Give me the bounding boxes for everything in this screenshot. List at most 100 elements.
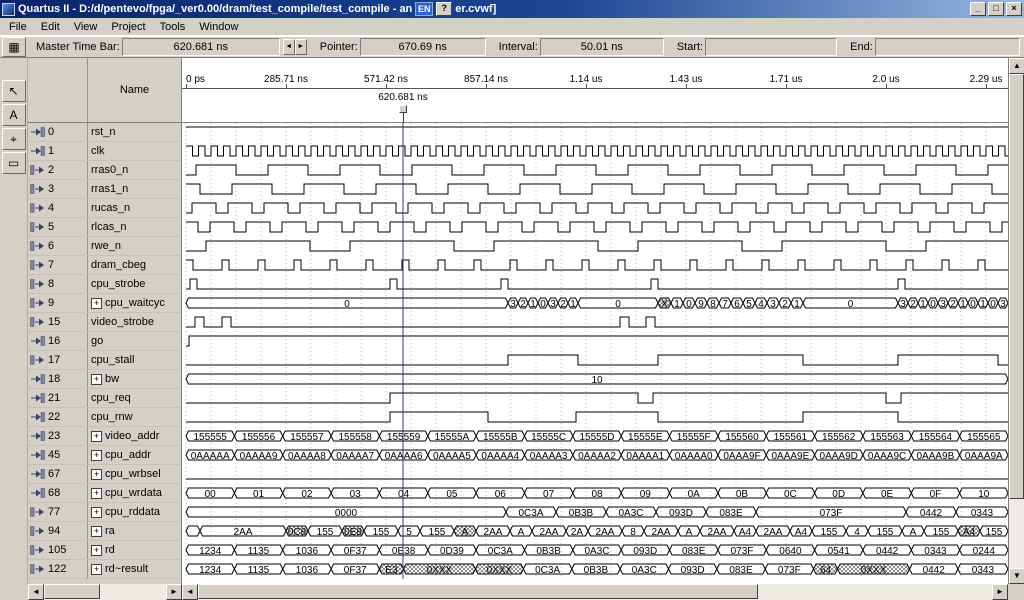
signal-number: 21 <box>48 392 60 404</box>
signal-row[interactable]: 105+rd <box>28 541 181 560</box>
signal-row[interactable]: 1clk <box>28 142 181 161</box>
signal-row[interactable]: 94+ra <box>28 522 181 541</box>
menu-item-edit[interactable]: Edit <box>34 19 67 35</box>
panel-scroll-right-icon[interactable]: ► <box>166 584 182 600</box>
start-label: Start: <box>677 41 703 53</box>
spin-left-icon[interactable]: ◄ <box>283 39 295 55</box>
expand-plus-button[interactable]: + <box>91 469 102 480</box>
signal-name-cell: +cpu_wrdata <box>88 484 181 502</box>
signal-number: 6 <box>48 240 54 252</box>
minimize-button[interactable]: _ <box>970 2 986 16</box>
signal-row[interactable]: 6rwe_n <box>28 237 181 256</box>
vertical-scroll-thumb[interactable] <box>1009 74 1024 499</box>
menu-item-window[interactable]: Window <box>192 19 245 35</box>
expand-plus-button[interactable]: + <box>91 526 102 537</box>
signal-row[interactable]: 22cpu_rnw <box>28 408 181 427</box>
signal-row[interactable]: 17cpu_stall <box>28 351 181 370</box>
signal-row[interactable]: 3rras1_n <box>28 180 181 199</box>
expand-plus-button[interactable]: + <box>91 545 102 556</box>
signal-row[interactable]: 122+rd~result <box>28 560 181 579</box>
input-pin-icon <box>30 336 45 346</box>
panel-scrollbar[interactable]: ◄ ► <box>28 584 182 600</box>
svg-text:0640: 0640 <box>779 546 802 557</box>
signal-row-left: 105 <box>28 541 88 559</box>
vertical-scrollbar[interactable]: ▲ ▼ <box>1008 58 1024 584</box>
wave-cpu_wrdata: 000102030405060708090A0B0C0D0E0F10 <box>186 488 1008 500</box>
svg-text:0A3C: 0A3C <box>618 508 643 519</box>
signal-row-left: 4 <box>28 199 88 217</box>
svg-text:155559: 155559 <box>387 432 421 443</box>
signal-row[interactable]: 9+cpu_waitcyc <box>28 294 181 313</box>
signal-row[interactable]: 68+cpu_wrdata <box>28 484 181 503</box>
signal-number: 15 <box>48 316 60 328</box>
wave-scroll-thumb[interactable] <box>198 584 758 599</box>
svg-text:08: 08 <box>591 489 603 500</box>
zoom-tool-icon[interactable]: ⌖ <box>2 128 26 150</box>
signal-name: cpu_addr <box>105 449 151 461</box>
signal-row[interactable]: 77+cpu_rddata <box>28 503 181 522</box>
scroll-down-icon[interactable]: ▼ <box>1009 568 1024 584</box>
signal-row[interactable]: 16go <box>28 332 181 351</box>
output-pin-icon <box>30 507 45 517</box>
language-indicator-badge[interactable]: EN <box>415 2 433 16</box>
signal-row[interactable]: 5rlcas_n <box>28 218 181 237</box>
timeline-header[interactable]: 0 ps285.71 ns571.42 ns857.14 ns1.14 us1.… <box>182 58 1008 123</box>
menu-item-file[interactable]: File <box>2 19 34 35</box>
waveform-canvas[interactable]: 032103210X109876543210321032101031015555… <box>182 123 1008 579</box>
title-bar[interactable]: Quartus II - D:/d/pentevo/fpga/_ver0.00/… <box>0 0 1024 18</box>
signal-waves[interactable]: 032103210X109876543210321032101031015555… <box>182 123 1008 584</box>
wave-scroll-left-icon[interactable]: ◄ <box>182 584 198 600</box>
main-area: ↖A⌖▭ Name 0rst_n1clk2rras0_n3rras1_n4ruc… <box>0 58 1024 584</box>
expand-plus-button[interactable]: + <box>91 488 102 499</box>
menu-item-tools[interactable]: Tools <box>153 19 193 35</box>
expand-plus-button[interactable]: + <box>91 298 102 309</box>
menu-item-project[interactable]: Project <box>104 19 152 35</box>
output-pin-icon <box>30 526 45 536</box>
expand-plus-button[interactable]: + <box>91 564 102 575</box>
signal-row[interactable]: 4rucas_n <box>28 199 181 218</box>
maximize-button[interactable]: □ <box>988 2 1004 16</box>
master-time-value[interactable]: 620.681 ns <box>122 38 280 56</box>
signal-row[interactable]: 23+video_addr <box>28 427 181 446</box>
expand-plus-button[interactable]: + <box>91 431 102 442</box>
spin-right-icon[interactable]: ► <box>295 39 307 55</box>
signal-row[interactable]: 7dram_cbeg <box>28 256 181 275</box>
text-tool-icon[interactable]: A <box>2 104 26 126</box>
menu-item-view[interactable]: View <box>67 19 105 35</box>
signal-row[interactable]: 15video_strobe <box>28 313 181 332</box>
cursor-handle[interactable] <box>399 105 407 113</box>
svg-text:155561: 155561 <box>774 432 808 443</box>
svg-text:0AAA9B: 0AAA9B <box>916 451 954 462</box>
svg-text:E3: E3 <box>385 565 398 576</box>
panel-scroll-track[interactable] <box>44 584 166 600</box>
pointer-tool-icon[interactable]: ↖ <box>2 80 26 102</box>
scroll-up-icon[interactable]: ▲ <box>1009 58 1024 74</box>
signal-name: rucas_n <box>91 202 130 214</box>
help-icon[interactable]: ? <box>436 2 452 16</box>
full-screen-tool-icon[interactable]: ▭ <box>2 152 26 174</box>
expand-plus-button[interactable]: + <box>91 450 102 461</box>
svg-text:2AA: 2AA <box>652 527 671 538</box>
svg-text:093D: 093D <box>681 565 705 576</box>
waveform-scrollbar[interactable]: ◄ ► <box>182 584 1008 600</box>
signal-row[interactable]: 67+cpu_wrbsel <box>28 465 181 484</box>
signal-row[interactable]: 21cpu_req <box>28 389 181 408</box>
signal-row[interactable]: 2rras0_n <box>28 161 181 180</box>
signal-row[interactable]: 45+cpu_addr <box>28 446 181 465</box>
panel-scroll-thumb[interactable] <box>44 584 100 599</box>
waveform-editor-icon[interactable]: ▦ <box>2 37 26 57</box>
wave-scroll-right-icon[interactable]: ► <box>992 584 1008 600</box>
vertical-scroll-track[interactable] <box>1009 74 1024 568</box>
timeline-labels: 0 ps285.71 ns571.42 ns857.14 ns1.14 us1.… <box>182 58 1008 89</box>
panel-scroll-left-icon[interactable]: ◄ <box>28 584 44 600</box>
close-button[interactable]: × <box>1006 2 1022 16</box>
signal-row[interactable]: 8cpu_strobe <box>28 275 181 294</box>
expand-plus-button[interactable]: + <box>91 374 102 385</box>
svg-text:15555C: 15555C <box>531 432 566 443</box>
svg-text:083E: 083E <box>719 508 743 519</box>
wave-scroll-track[interactable] <box>198 584 992 600</box>
signal-row[interactable]: 18+bw <box>28 370 181 389</box>
expand-plus-button[interactable]: + <box>91 507 102 518</box>
svg-text:0541: 0541 <box>828 546 851 557</box>
signal-row[interactable]: 0rst_n <box>28 123 181 142</box>
